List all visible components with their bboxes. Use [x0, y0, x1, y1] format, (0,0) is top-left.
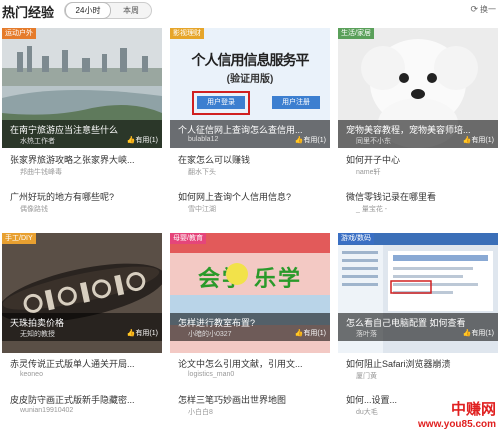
category-tag: 母婴/教育 — [170, 233, 206, 244]
site-watermark: 中赚网 www.you85.com — [418, 398, 496, 430]
card-caption: 天珠拍卖价格 无知的教授 👍有用(1) — [2, 313, 162, 341]
image-heading: 个人信用信息服务平 — [191, 52, 310, 68]
list-item-author[interactable]: 偶像路钱 — [20, 204, 48, 214]
banner-text: 会学 乐学 — [197, 266, 303, 291]
list-item[interactable]: 皮皮防守画正式版新手隐藏密... — [10, 393, 160, 406]
refresh-icon: ⟳ — [470, 4, 478, 14]
list-item[interactable]: 微信零钱记录在哪里看 — [346, 190, 496, 203]
section-title: 热门经验 — [2, 5, 55, 20]
card-caption: 怎样进行教室布置? 小暗的小0327 👍有用(1) — [170, 313, 330, 341]
list-item-author[interactable]: 小白白8 — [188, 407, 213, 417]
section-header: 热门经验 24小时 本周 ⟳ 换一 — [0, 0, 500, 22]
watermark-name: 中赚网 — [450, 401, 496, 418]
image-subheading: (验证用版) — [226, 74, 274, 85]
list-item-author[interactable]: _ 量宝花 - — [356, 204, 387, 214]
list-item-author[interactable]: du大毛 — [356, 407, 378, 417]
card-author[interactable]: 无知的教授 — [20, 329, 55, 339]
tab-week[interactable]: 本周 — [111, 3, 151, 18]
list-item[interactable]: 怎样三笔巧妙画出世界地图 — [178, 393, 328, 406]
card-author[interactable]: 落叶落 — [356, 329, 377, 339]
list-item[interactable]: 如何阻止Safari浏览器崩溃 — [346, 357, 496, 370]
list-item-author[interactable]: keoneo — [20, 371, 43, 378]
card-caption: 在南宁旅游应当注意些什么 水热工作者 👍有用(1) — [2, 120, 162, 148]
list-item-author[interactable]: wunian19910402 — [20, 407, 73, 414]
card-author[interactable]: 同里不小东 — [356, 136, 391, 146]
list-item[interactable]: 如何开子中心 — [346, 153, 496, 166]
list-item-author[interactable]: name轩 — [356, 167, 381, 177]
useful-count[interactable]: 👍有用(1) — [295, 135, 326, 145]
tab-24h[interactable]: 24小时 — [65, 2, 111, 19]
useful-count[interactable]: 👍有用(1) — [127, 328, 158, 338]
register-button-image: 用户注册 — [272, 96, 320, 109]
category-tag: 影视理财 — [170, 28, 204, 39]
list-item[interactable]: 赤灵传说正式版单人通关开局... — [10, 357, 160, 370]
card-author[interactable]: bulabla12 — [188, 136, 218, 143]
card-author[interactable]: 小暗的小0327 — [188, 329, 232, 339]
card-caption: 个人征信网上查询怎么查信用... bulabla12 👍有用(1) — [170, 120, 330, 148]
card-caption: 宠物美容教程，宠物美容师培... 同里不小东 👍有用(1) — [338, 120, 498, 148]
useful-count[interactable]: 👍有用(1) — [463, 135, 494, 145]
list-item[interactable]: 广州好玩的地方有哪些呢? — [10, 190, 160, 203]
list-item-author[interactable]: 厦门黄 — [356, 371, 377, 381]
category-tag: 手工/DIY — [2, 233, 36, 244]
useful-count[interactable]: 👍有用(1) — [295, 328, 326, 338]
list-item[interactable]: 在家怎么可以赚钱 — [178, 153, 328, 166]
login-button-image: 用户登录 — [197, 96, 245, 109]
list-item[interactable]: 如何网上查询个人信用信息? — [178, 190, 328, 203]
refresh-button[interactable]: ⟳ 换一 — [470, 4, 496, 15]
card-caption: 怎么看自己电脑配置 如何查看 落叶落 👍有用(1) — [338, 313, 498, 341]
refresh-label: 换一 — [480, 5, 496, 14]
list-item[interactable]: 张家界旅游攻略之张家界大峡... — [10, 153, 160, 166]
list-item-author[interactable]: logistics_man0 — [188, 371, 234, 378]
smiley-icon — [226, 263, 248, 285]
list-item-author[interactable]: 邦曲牛钱峰毒 — [20, 167, 62, 177]
watermark-url: www.you85.com — [418, 419, 496, 430]
category-tag: 运动户外 — [2, 28, 36, 39]
time-tabs: 24小时 本周 — [64, 2, 152, 19]
list-item-author[interactable]: 雪中江湖 — [188, 204, 216, 214]
card-author[interactable]: 水热工作者 — [20, 136, 55, 146]
list-item[interactable]: 论文中怎么引用文献，引用文... — [178, 357, 328, 370]
category-tag: 游戏/数码 — [338, 233, 374, 244]
useful-count[interactable]: 👍有用(1) — [127, 135, 158, 145]
list-item-author[interactable]: 翻水下头 — [188, 167, 216, 177]
category-tag: 生活/家居 — [338, 28, 374, 39]
useful-count[interactable]: 👍有用(1) — [463, 328, 494, 338]
